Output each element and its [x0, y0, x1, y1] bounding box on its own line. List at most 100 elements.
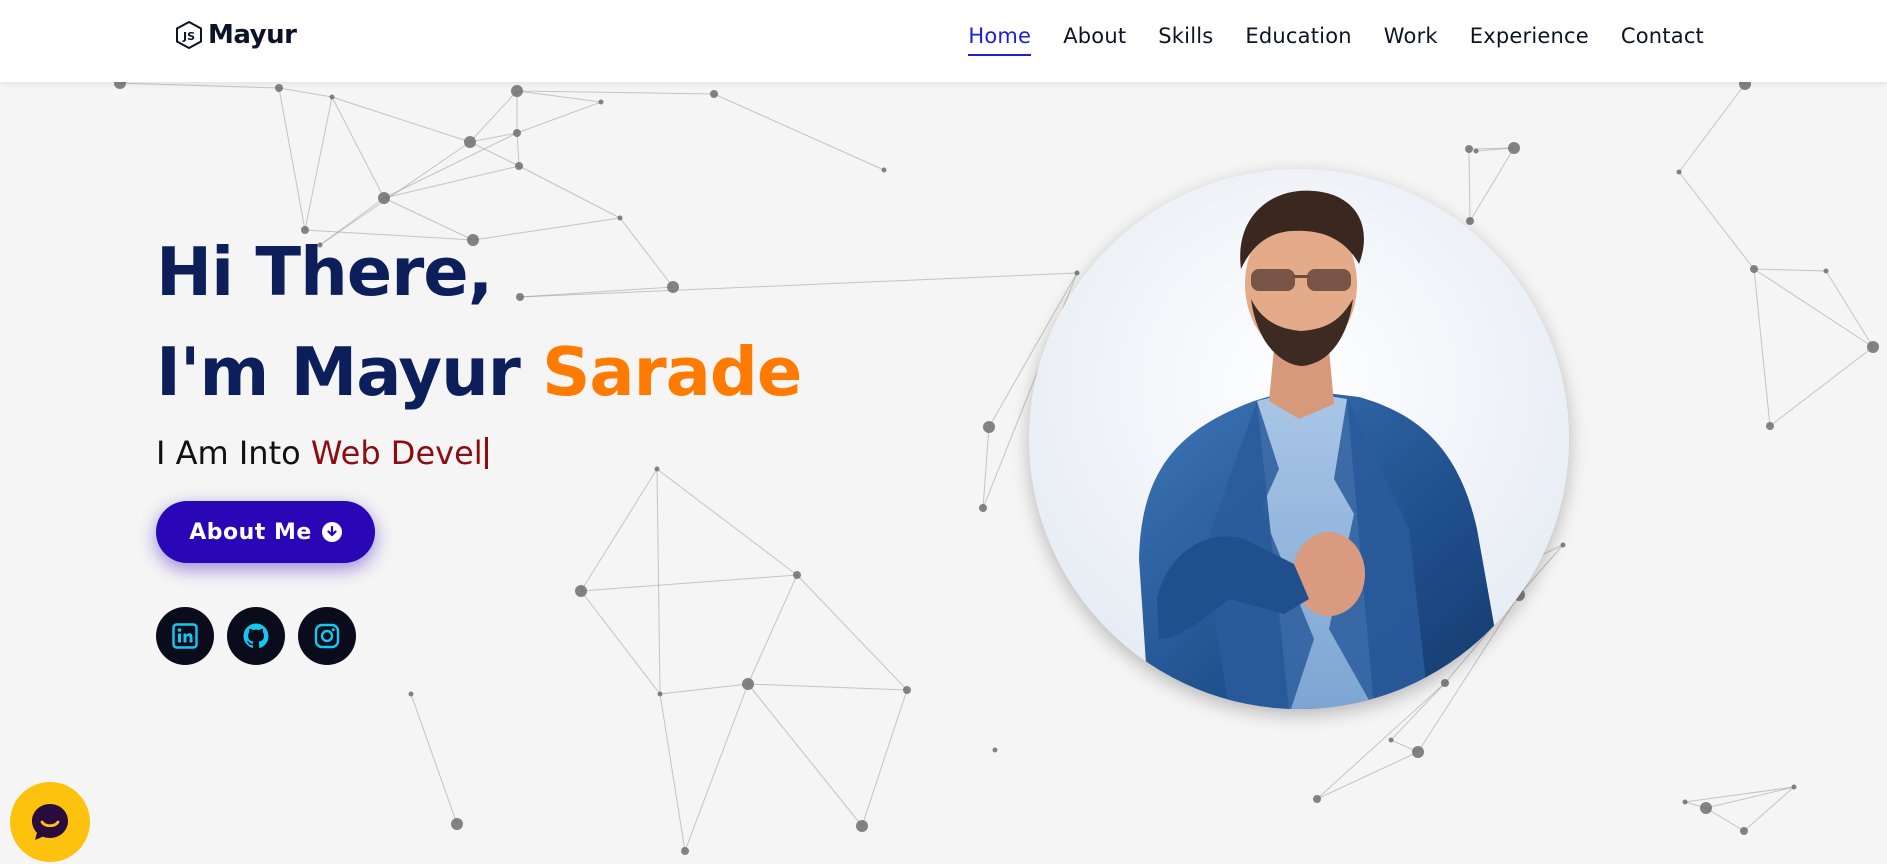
network-link [580, 590, 661, 695]
network-link [383, 132, 518, 199]
network-node [1074, 270, 1080, 276]
linkedin-icon [172, 623, 198, 649]
network-link [516, 132, 520, 167]
about-me-button[interactable]: About Me [156, 501, 375, 563]
network-node [329, 94, 335, 100]
network-link [383, 165, 520, 199]
nav-item-home[interactable]: Home [968, 24, 1032, 56]
network-link [659, 693, 686, 852]
network-node [742, 678, 754, 690]
network-link [796, 574, 908, 691]
network-node [617, 215, 623, 221]
network-node [1750, 265, 1758, 273]
network-node [1388, 737, 1394, 743]
hero-text: Hi There, I'm Mayur Sarade I Am Into Web… [156, 222, 802, 472]
network-link [1753, 268, 1771, 427]
network-link [278, 87, 333, 98]
network-node [1766, 422, 1774, 430]
network-link [1390, 682, 1446, 741]
network-node [1676, 169, 1682, 175]
network-node [513, 129, 521, 137]
network-node [408, 691, 414, 697]
nav-item-work[interactable]: Work [1384, 24, 1438, 56]
network-link [331, 96, 385, 199]
network-node [1508, 142, 1520, 154]
network-node [1313, 795, 1321, 803]
github-button[interactable] [227, 607, 285, 665]
network-node [1473, 148, 1479, 154]
nodejs-logo-icon: JS [176, 20, 202, 50]
chat-icon [32, 804, 68, 840]
network-link [410, 693, 458, 825]
network-link [861, 689, 908, 827]
network-link [516, 90, 602, 103]
network-link [1468, 148, 1471, 222]
social-links [156, 607, 356, 665]
network-node [575, 585, 587, 597]
svg-text:JS: JS [182, 30, 195, 43]
instagram-icon [314, 623, 340, 649]
network-link [1753, 268, 1827, 272]
network-link [580, 468, 658, 592]
nav-item-education[interactable]: Education [1245, 24, 1351, 56]
nav-item-skills[interactable]: Skills [1158, 24, 1213, 56]
network-link [1678, 171, 1755, 270]
network-link [1678, 83, 1746, 173]
nav-item-about[interactable]: About [1063, 24, 1126, 56]
instagram-button[interactable] [298, 607, 356, 665]
network-link [1316, 751, 1419, 800]
nav-item-experience[interactable]: Experience [1470, 24, 1589, 56]
network-link [516, 90, 715, 95]
typed-prefix: I Am Into [156, 434, 311, 472]
network-node [681, 847, 689, 855]
network-node [856, 820, 868, 832]
network-node [657, 691, 663, 697]
network-node [983, 421, 995, 433]
typed-line: I Am Into Web Devel [156, 434, 801, 472]
nav-item-contact[interactable]: Contact [1621, 24, 1704, 56]
network-node [1466, 217, 1474, 225]
network-node [1441, 679, 1449, 687]
network-node [1740, 827, 1748, 835]
network-link [656, 468, 798, 576]
network-node [979, 504, 987, 512]
network-node [992, 747, 998, 753]
network-link [278, 87, 306, 231]
network-link [516, 101, 602, 134]
network-node [598, 99, 604, 105]
network-link [331, 96, 471, 143]
page: JS Mayur Home About Skills Education Wor… [0, 0, 1887, 864]
logo[interactable]: JS Mayur [174, 20, 297, 50]
chat-widget-button[interactable] [10, 782, 90, 862]
network-node [515, 162, 523, 170]
network-link [580, 574, 798, 592]
network-node [881, 167, 887, 173]
network-node [1465, 145, 1473, 153]
network-link [659, 683, 749, 695]
network-node [1791, 784, 1797, 790]
network-node [1682, 799, 1688, 805]
network-node [275, 84, 283, 92]
network-link [1469, 147, 1515, 222]
profile-illustration [1029, 169, 1569, 709]
network-node [378, 192, 390, 204]
network-link [747, 574, 798, 685]
network-link [1825, 270, 1874, 348]
typed-text: Web Devel [310, 434, 483, 472]
typing-cursor [484, 437, 488, 469]
network-node [1823, 268, 1829, 274]
nav-menu: Home About Skills Education Work Experie… [968, 24, 1704, 56]
network-link [1753, 268, 1874, 348]
network-node [451, 818, 463, 830]
about-me-label: About Me [189, 519, 312, 545]
network-link [1769, 346, 1874, 427]
network-node [710, 90, 718, 98]
network-link [747, 683, 863, 827]
network-link [1705, 807, 1745, 832]
network-node [1560, 542, 1566, 548]
network-node [1867, 341, 1879, 353]
navbar: JS Mayur Home About Skills Education Wor… [0, 0, 1887, 82]
network-link [469, 141, 520, 167]
network-node [464, 136, 476, 148]
linkedin-button[interactable] [156, 607, 214, 665]
